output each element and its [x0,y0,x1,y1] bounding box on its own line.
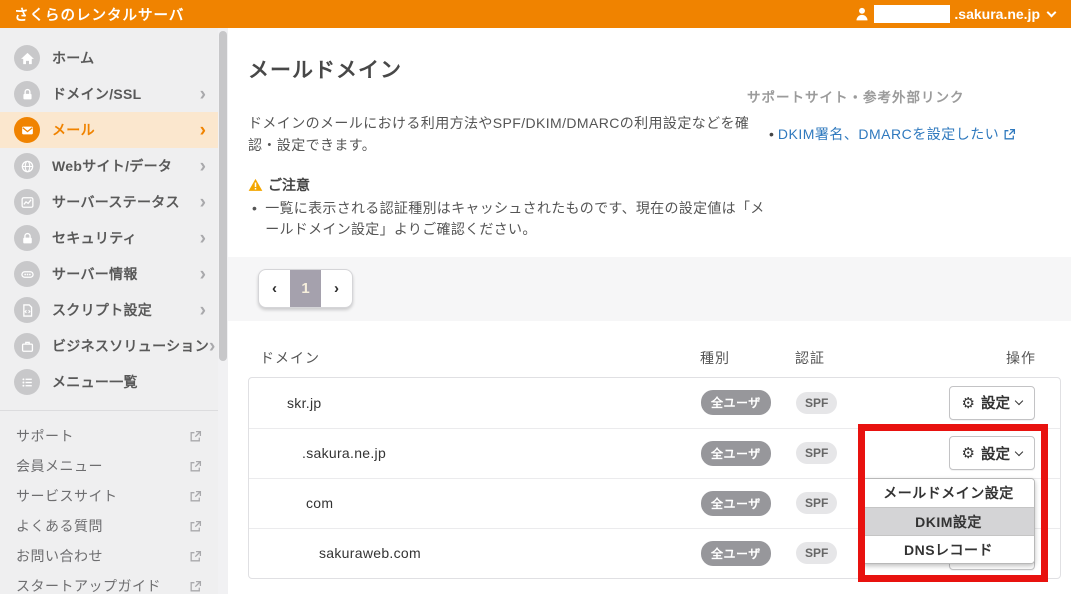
script-settings-icon [14,297,40,323]
page-title: メールドメイン [248,54,1061,84]
sidebar: ホーム ドメイン/SSL › メール › Webサイト/データ › [0,28,218,594]
top-header: さくらのレンタルサーバ .sakura.ne.jp [0,0,1071,28]
web-data-icon [14,153,40,179]
sidebar-item-security[interactable]: セキュリティ › [0,220,218,256]
mail-icon [14,117,40,143]
page-description: ドメインのメールにおける利用方法やSPF/DKIM/DMARCの利用設定などを確… [248,112,773,157]
external-link-icon [189,520,202,533]
domain-ssl-icon [14,81,40,107]
sidebar-item-web-data[interactable]: Webサイト/データ › [0,148,218,184]
auth-badge: SPF [796,442,837,464]
external-link-icon [1003,128,1016,141]
chevron-down-icon [1015,397,1023,405]
gear-icon: ⚙ [962,394,975,412]
sidebar-link-service-site[interactable]: サービスサイト [0,481,218,511]
sidebar-link-member-menu[interactable]: 会員メニュー [0,451,218,481]
pagination-next-button[interactable]: › [321,270,352,307]
type-badge: 全ユーザ [701,390,771,415]
gear-icon: ⚙ [962,444,975,462]
sidebar-item-mail[interactable]: メール › [0,112,218,148]
menu-item-mail-domain-settings[interactable]: メールドメイン設定 [863,479,1034,507]
app-window: さくらのレンタルサーバ .sakura.ne.jp ホーム ドメイン/SSL › [0,0,1071,594]
external-link-icon [189,580,202,593]
scrollbar-track[interactable] [218,28,228,594]
bullet: • [769,126,774,142]
sidebar-link-faq[interactable]: よくある質問 [0,511,218,541]
dkim-dmarc-help-link[interactable]: DKIM署名、DMARCを設定したい [778,124,999,144]
account-domain-label: .sakura.ne.jp [954,6,1040,22]
chevron-right-icon: › [200,229,206,248]
app-title: さくらのレンタルサーバ [14,4,184,25]
pagination-prev-button[interactable]: ‹ [259,270,290,307]
chevron-down-icon [1047,7,1057,17]
sidebar-link-contact[interactable]: お問い合わせ [0,541,218,571]
external-link-icon [189,460,202,473]
type-badge: 全ユーザ [701,441,771,466]
table-row: skr.jp 全ユーザ SPF ⚙設定 [249,378,1060,428]
security-icon [14,225,40,251]
account-menu[interactable]: .sakura.ne.jp [854,5,1055,23]
domain-name: sakuraweb.com [261,545,690,561]
warning-icon [248,178,263,192]
server-info-icon [14,261,40,287]
external-link-icon [189,550,202,563]
type-badge: 全ユーザ [701,491,771,516]
menu-item-dns-record[interactable]: DNSレコード [863,535,1034,563]
domain-name: skr.jp [261,395,690,411]
sidebar-item-server-info[interactable]: サーバー情報 › [0,256,218,292]
column-header-actions: 操作 [874,348,1049,368]
pagination-band: ‹ 1 › [228,257,1071,321]
sidebar-item-domain-ssl[interactable]: ドメイン/SSL › [0,76,218,112]
business-solution-icon [14,333,40,359]
menu-list-icon [14,369,40,395]
user-icon [854,6,870,22]
chevron-down-icon [1015,448,1023,456]
chevron-right-icon: › [200,301,206,320]
sidebar-divider [0,410,218,411]
sidebar-link-startup-guide[interactable]: スタートアップガイド [0,571,218,594]
auth-badge: SPF [796,542,837,564]
sidebar-item-home[interactable]: ホーム [0,40,218,76]
settings-button[interactable]: ⚙設定 [949,386,1035,420]
sidebar-item-menu-list[interactable]: メニュー一覧 [0,364,218,400]
chevron-right-icon: › [209,337,215,356]
sidebar-item-script-settings[interactable]: スクリプト設定 › [0,292,218,328]
scrollbar-thumb[interactable] [219,31,227,361]
column-header-auth: 認証 [784,348,874,368]
external-link-icon [189,430,202,443]
column-header-domain: ドメイン [260,348,689,368]
notice-section: ご注意 • 一覧に表示される認証種別はキャッシュされたものです、現在の設定値は「… [248,175,773,240]
sidebar-item-server-status[interactable]: サーバーステータス › [0,184,218,220]
server-status-icon [14,189,40,215]
support-links-section: サポートサイト・参考外部リンク • DKIM署名、DMARCを設定したい [747,86,1057,144]
main-content: メールドメイン サポートサイト・参考外部リンク • DKIM署名、DMARCを設… [228,28,1071,594]
chevron-right-icon: › [200,193,206,212]
auth-badge: SPF [796,392,837,414]
chevron-right-icon: › [200,265,206,284]
sidebar-item-business-solution[interactable]: ビジネスソリューション › [0,328,218,364]
bullet: • [252,198,257,240]
domain-name: com [261,495,690,511]
external-link-icon [189,490,202,503]
sidebar-link-support[interactable]: サポート [0,421,218,451]
table-row: .sakura.ne.jp 全ユーザ SPF ⚙設定 [249,428,1060,478]
support-heading: サポートサイト・参考外部リンク [747,86,1057,106]
auth-badge: SPF [796,492,837,514]
redacted-account-name [874,5,950,23]
notice-text: 一覧に表示される認証種別はキャッシュされたものです、現在の設定値は「メールドメイ… [265,198,773,240]
settings-dropdown-menu: メールドメイン設定 DKIM設定 DNSレコード [862,478,1035,564]
menu-item-dkim-settings[interactable]: DKIM設定 [863,507,1034,535]
column-header-type: 種別 [689,348,784,368]
chevron-right-icon: › [200,121,206,140]
settings-button-open[interactable]: ⚙設定 [949,436,1035,470]
pagination-current-page: 1 [290,270,321,307]
type-badge: 全ユーザ [701,541,771,566]
chevron-right-icon: › [200,85,206,104]
home-icon [14,45,40,71]
domain-name: .sakura.ne.jp [261,445,690,461]
notice-title: ご注意 [268,175,310,195]
table-header-row: ドメイン 種別 認証 操作 [248,339,1061,377]
chevron-right-icon: › [200,157,206,176]
pagination: ‹ 1 › [258,269,353,308]
